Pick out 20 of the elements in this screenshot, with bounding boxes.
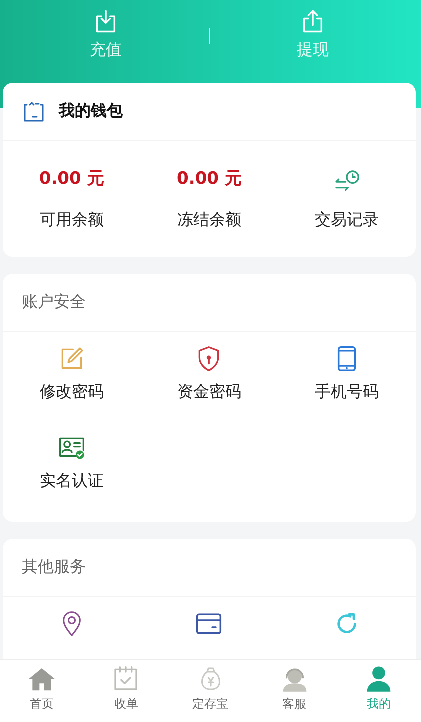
section-title: 其他服务 — [22, 557, 86, 578]
balance-amount: 0.00 元 — [177, 168, 242, 190]
balance-amount: 0.00 元 — [39, 168, 104, 190]
tab[interactable]: 定存宝 — [168, 660, 253, 722]
person-icon — [364, 665, 393, 693]
records-button[interactable]: 交易记录 — [278, 141, 416, 257]
wallet-icon — [22, 100, 46, 124]
menu-item[interactable]: 手机号码 — [278, 342, 416, 431]
section-title: 账户安全 — [22, 292, 86, 313]
tab[interactable]: 收单 — [84, 660, 168, 722]
tab[interactable]: 首页 — [0, 660, 84, 722]
tab[interactable]: 客服 — [252, 660, 337, 722]
menu-item[interactable]: 修改密码 — [3, 342, 141, 431]
calendar-icon — [112, 665, 140, 693]
menu-item[interactable]: 实名认证 — [3, 431, 141, 520]
balance-label: 可用余额 — [40, 210, 104, 231]
menu-item[interactable]: 资金密码 — [140, 342, 278, 431]
tab[interactable]: 我的 — [336, 660, 421, 722]
card-title: 我的钱包 — [59, 101, 123, 122]
balance-label: 冻结余额 — [177, 210, 242, 231]
